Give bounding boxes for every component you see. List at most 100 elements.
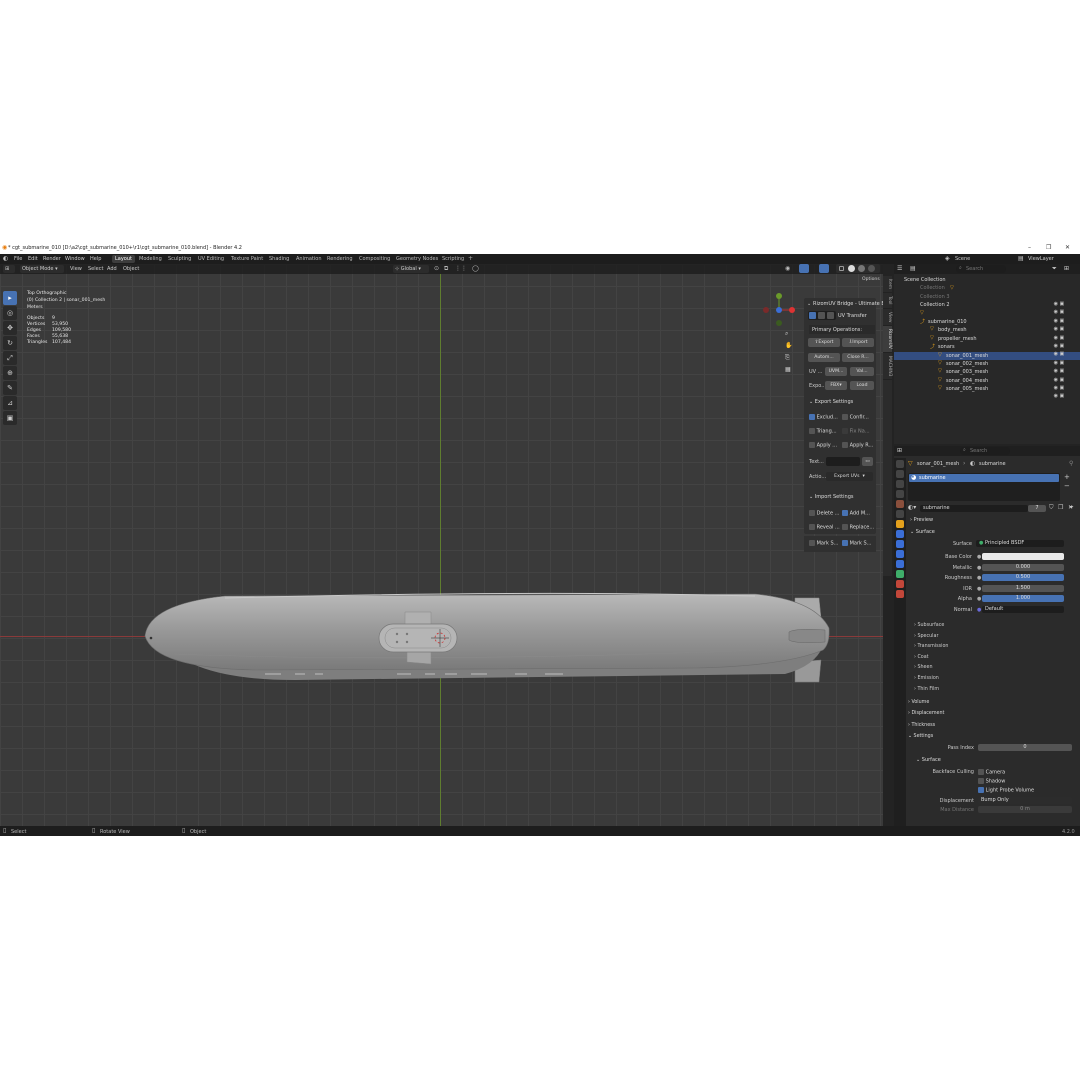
add-slot-icon[interactable]: + — [1064, 473, 1076, 482]
subsection-thin-film[interactable]: › Thin Film — [914, 685, 1074, 696]
outliner-search-field[interactable]: ⌕ Search — [956, 265, 1006, 273]
light-probe-checkbox[interactable]: Light Probe Volume — [978, 787, 1034, 794]
add-cube-tool-icon[interactable]: ▣ — [3, 411, 17, 425]
tab-tool[interactable]: Tool — [883, 293, 892, 309]
pivot-icon[interactable]: ⊙ — [434, 265, 439, 272]
render-tab-icon[interactable] — [896, 470, 904, 478]
modifier-tab-icon[interactable] — [896, 530, 904, 538]
roughness-slider[interactable]: 0.500 — [982, 574, 1064, 581]
menu-file[interactable]: File — [14, 256, 22, 262]
eye-icon[interactable]: ◉ ▣ — [1052, 376, 1076, 384]
normal-field[interactable]: Default — [982, 605, 1064, 613]
delete-checkbox[interactable]: Delete ... — [809, 510, 839, 517]
subsection-emission[interactable]: › Emission — [914, 674, 1074, 685]
material-shading-icon[interactable] — [858, 265, 865, 272]
pass-index-field[interactable]: 0 — [978, 744, 1072, 751]
export-settings-header[interactable]: ⌄ Export Settings — [809, 399, 853, 405]
export-format-dropdown[interactable]: FBX ▾ — [825, 381, 847, 390]
menu-window[interactable]: Window — [65, 256, 85, 262]
orientation-dropdown[interactable]: ⊹ Global ▾ — [393, 265, 429, 273]
triangulate-checkbox[interactable]: Triang... — [809, 428, 837, 435]
autom-button[interactable]: Autom... — [808, 353, 840, 362]
view-layer-tab-icon[interactable] — [896, 490, 904, 498]
eye-icon[interactable]: ◉ ▣ — [1052, 392, 1076, 400]
panel-displacement[interactable]: › Displacement — [908, 708, 1076, 719]
filter-icon[interactable]: ⏷ — [1069, 504, 1074, 512]
move-tool-icon[interactable]: ✥ — [3, 321, 17, 335]
scene-tab-icon[interactable] — [896, 500, 904, 508]
menu-select[interactable]: Select — [88, 266, 103, 272]
neg-y-axis-gizmo-icon[interactable] — [776, 320, 782, 326]
shadow-checkbox[interactable]: Shadow — [978, 778, 1005, 785]
view-layer-selector[interactable]: ViewLayer — [1028, 256, 1054, 262]
neg-x-axis-gizmo-icon[interactable] — [763, 307, 769, 313]
close-rizom-button[interactable]: Close R... — [842, 353, 874, 362]
eye-icon[interactable]: ◉ ▣ — [1052, 308, 1076, 316]
menu-add[interactable]: Add — [107, 266, 117, 272]
tab-rizomuv[interactable]: RizomUV — [883, 325, 892, 353]
import-settings-header[interactable]: ⌄ Import Settings — [809, 494, 853, 500]
eye-icon[interactable]: ◉ ▣ — [1052, 334, 1076, 342]
folder-icon[interactable]: ▭ — [862, 457, 873, 466]
measure-tool-icon[interactable]: ⊿ — [3, 396, 17, 410]
cursor-tool-icon[interactable]: ◎ — [3, 306, 17, 320]
solid-shading-icon[interactable] — [848, 265, 855, 272]
eye-icon[interactable]: ◉ ▣ — [1052, 300, 1076, 308]
select-box-tool-icon[interactable]: ▸ — [3, 291, 17, 305]
scene-selector[interactable]: Scene — [955, 256, 970, 262]
mode-dropdown[interactable]: Object Mode ▾ — [20, 265, 64, 273]
remove-slot-icon[interactable]: − — [1064, 482, 1076, 491]
add-workspace-icon[interactable]: + — [468, 255, 473, 262]
texture-path-field[interactable] — [826, 457, 860, 466]
workspace-tab-scripting[interactable]: Scripting — [439, 255, 467, 263]
workspace-tab-uv-editing[interactable]: UV Editing — [195, 255, 227, 263]
ior-field[interactable]: 1.500 — [982, 584, 1064, 592]
y-axis-gizmo-icon[interactable] — [776, 293, 782, 299]
action-dropdown[interactable]: Export UVs ▾ — [826, 472, 873, 481]
material-name-field[interactable]: submarine — [920, 505, 1028, 512]
ortho-grid-icon[interactable]: ▦ — [785, 364, 795, 376]
overlay-toggle-icon[interactable] — [819, 264, 829, 273]
menu-edit[interactable]: Edit — [28, 256, 38, 262]
panel-settings[interactable]: ⌄ Settings — [908, 731, 1076, 742]
annotate-tool-icon[interactable]: ✎ — [3, 381, 17, 395]
maximize-icon[interactable]: ❐ — [1046, 244, 1051, 251]
workspace-tab-compositing[interactable]: Compositing — [356, 255, 393, 263]
menu-object[interactable]: Object — [123, 266, 139, 272]
browse-material-icon[interactable]: ◐▾ — [908, 504, 916, 511]
fix-names-checkbox[interactable]: Fix Na... — [842, 428, 870, 435]
add-mark-checkbox[interactable]: Add M... — [842, 510, 870, 517]
display-mode-icon[interactable]: ▤ — [910, 265, 916, 272]
proportional-edit-icon[interactable]: ◯ — [472, 265, 479, 272]
editor-type-icon[interactable]: ⊞ — [3, 265, 15, 273]
eye-icon[interactable]: ◉ ▣ — [1052, 367, 1076, 375]
tab-item[interactable]: Item — [883, 276, 892, 293]
mark-sharp-checkbox[interactable]: Mark S... — [842, 540, 871, 547]
workspace-tab-modeling[interactable]: Modeling — [136, 255, 165, 263]
panel-thickness[interactable]: › Thickness — [908, 720, 1076, 731]
gizmo-toggle-icon[interactable] — [799, 264, 809, 273]
navigation-gizmo[interactable] — [758, 292, 800, 328]
preview-section[interactable]: › Preview — [910, 517, 933, 523]
apply-r-checkbox[interactable]: Apply R... — [842, 442, 873, 449]
submarine-model[interactable] — [135, 584, 835, 694]
workspace-tab-animation[interactable]: Animation — [293, 255, 325, 263]
outliner-editor-icon[interactable]: ☰ — [897, 265, 902, 272]
displacement-dropdown[interactable]: Bump Only — [978, 797, 1072, 804]
eye-icon[interactable]: ◉ ▣ — [1052, 350, 1076, 358]
exclude-checkbox[interactable]: Exclud... — [809, 414, 838, 421]
visibility-icon[interactable]: ◉ — [785, 265, 790, 272]
tree-row[interactable]: Collection ▽ — [894, 284, 1080, 292]
settings-surface-subpanel[interactable]: ⌄ Surface — [916, 757, 941, 763]
subsection-coat[interactable]: › Coat — [914, 653, 1074, 664]
shading-modes[interactable] — [836, 264, 880, 273]
tool-tab-icon[interactable] — [896, 460, 904, 468]
alpha-slider[interactable]: 1.000 — [982, 595, 1064, 602]
tab-view[interactable]: View — [883, 309, 892, 326]
minimize-icon[interactable]: – — [1028, 244, 1031, 251]
surface-section[interactable]: ⌄ Surface — [910, 529, 935, 535]
panel-collapse-icon[interactable]: ⌄ — [807, 301, 811, 307]
eye-icon[interactable]: ◉ ▣ — [1052, 342, 1076, 350]
workspace-tab-shading[interactable]: Shading — [266, 255, 292, 263]
output-tab-icon[interactable] — [896, 480, 904, 488]
